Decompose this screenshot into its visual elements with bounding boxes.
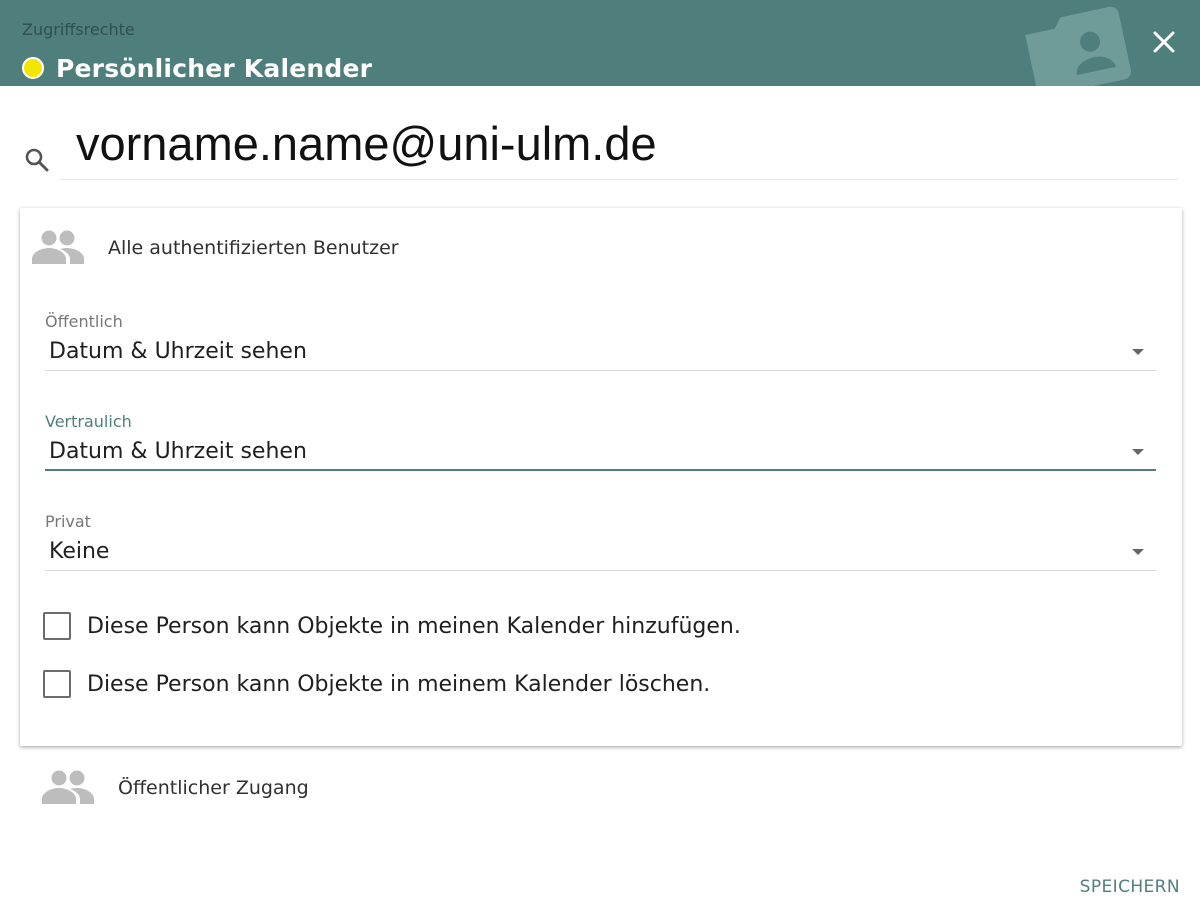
permission-card-authenticated-users: Alle authentifizierten Benutzer Öffentli… bbox=[20, 208, 1182, 746]
dialog-subtitle: Zugriffsrechte bbox=[22, 20, 135, 39]
checkbox-delete-items[interactable] bbox=[43, 670, 71, 698]
folder-user-icon bbox=[1025, 6, 1131, 86]
dialog-header: Zugriffsrechte Persönlicher Kalender bbox=[0, 0, 1200, 86]
caret-down-icon bbox=[1132, 549, 1144, 555]
field-public: Öffentlich Datum & Uhrzeit sehen bbox=[45, 311, 1156, 371]
field-label-public: Öffentlich bbox=[45, 312, 123, 331]
close-icon bbox=[1153, 31, 1175, 53]
select-public[interactable]: Datum & Uhrzeit sehen bbox=[45, 333, 1156, 371]
close-button[interactable] bbox=[1142, 20, 1186, 64]
search-icon bbox=[25, 148, 49, 172]
field-confidential: Vertraulich Datum & Uhrzeit sehen bbox=[45, 411, 1156, 471]
dialog-title-row: Persönlicher Kalender bbox=[22, 50, 372, 86]
checkbox-label-add-items: Diese Person kann Objekte in meinen Kale… bbox=[87, 613, 741, 639]
select-value-public: Datum & Uhrzeit sehen bbox=[49, 339, 307, 364]
principal-label: Öffentlicher Zugang bbox=[118, 777, 309, 799]
caret-down-icon bbox=[1132, 349, 1144, 355]
principal-row[interactable]: Alle authentifizierten Benutzer bbox=[30, 228, 399, 268]
caret-down-icon bbox=[1132, 449, 1144, 455]
field-private: Privat Keine bbox=[45, 511, 1156, 571]
checkbox-row-delete-items[interactable]: Diese Person kann Objekte in meinem Kale… bbox=[43, 668, 710, 700]
calendar-color-dot bbox=[22, 57, 44, 79]
save-button[interactable]: SPEICHERN bbox=[1080, 872, 1180, 902]
select-private[interactable]: Keine bbox=[45, 533, 1156, 571]
checkbox-row-add-items[interactable]: Diese Person kann Objekte in meinen Kale… bbox=[43, 610, 741, 642]
select-confidential[interactable]: Datum & Uhrzeit sehen bbox=[45, 433, 1156, 471]
search-input[interactable] bbox=[60, 108, 1178, 180]
select-value-confidential: Datum & Uhrzeit sehen bbox=[49, 438, 307, 464]
select-value-private: Keine bbox=[49, 539, 110, 564]
dialog-title: Persönlicher Kalender bbox=[56, 53, 373, 83]
checkbox-add-items[interactable] bbox=[43, 612, 71, 640]
principal-row-public-access[interactable]: Öffentlicher Zugang bbox=[40, 766, 309, 810]
checkbox-label-delete-items: Diese Person kann Objekte in meinem Kale… bbox=[87, 671, 711, 697]
principal-label: Alle authentifizierten Benutzer bbox=[108, 237, 399, 259]
people-icon bbox=[32, 230, 84, 264]
access-rights-dialog: Zugriffsrechte Persönlicher Kalender vor… bbox=[0, 0, 1200, 921]
field-label-private: Privat bbox=[45, 512, 91, 531]
field-label-confidential: Vertraulich bbox=[45, 412, 132, 431]
people-icon bbox=[42, 770, 94, 804]
